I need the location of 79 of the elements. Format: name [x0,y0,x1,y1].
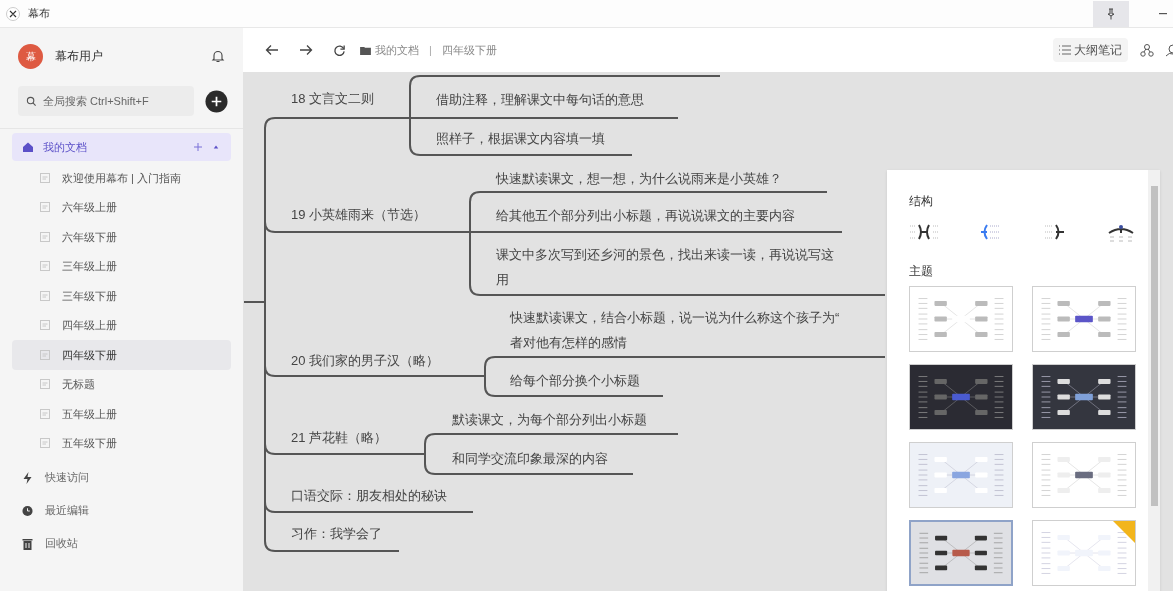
structure-option-icon[interactable] [909,222,939,242]
document-item[interactable]: 三年级下册 [12,281,231,311]
section-title: 主题 [909,263,934,280]
pin-button[interactable] [1093,0,1129,27]
root-line [243,301,266,303]
topic-node[interactable]: 20 我们家的男子汉（略） [291,351,440,371]
scrollbar[interactable] [1148,170,1160,591]
home-icon [22,141,34,153]
document-item[interactable]: 四年级上册 [12,310,231,340]
document-item[interactable]: 四年级下册 [12,340,231,370]
search-field[interactable]: 全局搜索 Ctrl+Shift+F [18,86,194,116]
topic-node[interactable]: 习作：我学会了 [291,524,382,544]
topic-node[interactable]: 19 小英雄雨来（节选） [291,205,427,225]
nav-item[interactable]: 快速访问 [0,461,243,494]
subtopic-node[interactable]: 照样子，根据课文内容填一填 [436,126,605,151]
theme-thumbnail[interactable] [909,286,1013,352]
pin-icon [1106,7,1116,20]
subtopic-node[interactable]: 快速默读课文，想一想，为什么说雨来是小英雄？ [496,166,782,191]
section-title: 结构 [909,193,934,210]
topic-node[interactable]: 21 芦花鞋（略） [291,428,388,448]
bell-icon[interactable] [211,49,225,63]
document-icon [40,172,50,183]
document-item[interactable]: 六年级上册 [12,192,231,222]
subtopic-node[interactable]: 给每个部分换个小标题 [510,368,640,393]
breadcrumb-separator: | [429,42,432,58]
user-icon[interactable] [1165,43,1173,57]
document-item[interactable]: 欢迎使用幕布 | 入门指南 [12,163,231,193]
theme-thumbnail[interactable] [1032,364,1136,430]
folder-icon [360,45,371,55]
theme-thumbnail[interactable] [909,442,1013,508]
trash-icon [22,537,33,550]
document-item[interactable]: 三年级上册 [12,251,231,281]
document-icon [40,261,50,272]
topic-node[interactable]: 口语交际：朋友相处的秘诀 [291,486,447,506]
topic-node[interactable]: 18 文言文二则 [291,89,375,109]
search-icon [26,96,37,107]
back-icon[interactable] [265,44,279,56]
document-item[interactable]: 无标题 [12,369,231,399]
subtopic-node[interactable]: 课文中多次写到还乡河的景色，找出来读一读，再说说写这 用 [496,242,834,292]
document-item[interactable]: 五年级下册 [12,428,231,458]
share-icon[interactable] [1140,43,1154,57]
document-icon [40,231,50,242]
breadcrumb-link[interactable]: 我的文档 [375,41,419,59]
document-icon [40,320,50,331]
document-icon [40,408,50,419]
document-icon [40,290,50,301]
add-button[interactable] [205,89,228,113]
subtopic-node[interactable]: 默读课文，为每个部分列出小标题 [452,407,647,432]
theme-thumbnail[interactable] [1032,442,1136,508]
document-item[interactable]: 六年级下册 [12,222,231,252]
document-icon [40,349,50,360]
breadcrumb-link[interactable]: 四年级下册 [441,41,497,59]
forward-icon[interactable] [299,44,313,56]
logo-icon [6,6,20,21]
caret-icon[interactable] [213,144,219,150]
lightning-icon [22,471,33,484]
theme-thumbnail[interactable] [909,520,1013,586]
folder-item[interactable]: 我的文档 [12,133,231,161]
window-title: 幕布 [28,6,50,22]
document-icon [40,202,50,213]
minimize-icon[interactable] [1159,12,1167,15]
theme-thumbnail[interactable] [1032,286,1136,352]
list-icon [1059,45,1071,55]
document-item[interactable]: 五年级上册 [12,399,231,429]
document-icon [40,379,50,390]
clock-icon [22,504,33,517]
theme-thumbnail[interactable] [1032,520,1136,586]
subtopic-node[interactable]: 和同学交流印象最深的内容 [452,446,608,471]
document-icon [40,438,50,449]
nav-item[interactable]: 最近编辑 [0,494,243,527]
nav-item[interactable]: 回收站 [0,527,243,560]
theme-thumbnail[interactable] [909,364,1013,430]
subtopic-node[interactable]: 借助注释，理解课文中每句话的意思 [436,87,644,112]
subtopic-node[interactable]: 快速默读课文，结合小标题，说一说为什么称这个孩子为“ 者对他有怎样的感情 [510,305,840,355]
outline-notes-button[interactable]: 大纲笔记 [1053,38,1128,62]
subtopic-node[interactable]: 给其他五个部分列出小标题，再说说课文的主要内容 [496,203,795,228]
refresh-icon[interactable] [333,43,346,57]
user-avatar: 幕 [18,43,43,69]
user-name: 幕布用户 [55,48,103,65]
